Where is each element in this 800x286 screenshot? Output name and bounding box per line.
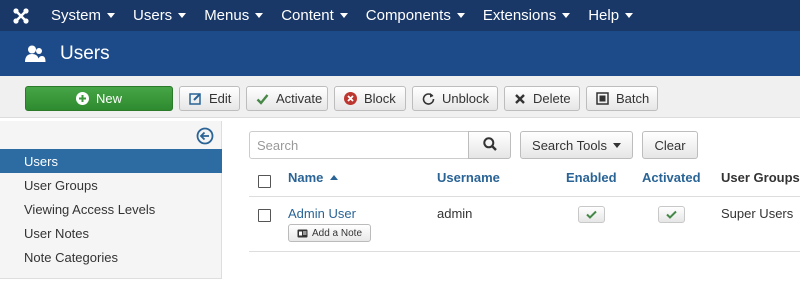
check-icon	[666, 207, 677, 222]
note-icon	[297, 229, 308, 238]
new-button[interactable]: New	[25, 86, 173, 111]
caret-down-icon	[107, 13, 116, 18]
menu-system[interactable]: System	[42, 0, 124, 31]
menu-extensions[interactable]: Extensions	[474, 0, 579, 31]
sidebar-item-user-notes[interactable]: User Notes	[0, 221, 222, 245]
menu-menus[interactable]: Menus	[195, 0, 272, 31]
unblock-button[interactable]: Unblock	[412, 86, 498, 111]
row-divider	[249, 196, 800, 197]
user-groups: Super Users	[721, 206, 794, 221]
menu-components[interactable]: Components	[357, 0, 474, 31]
caret-down-icon	[562, 13, 571, 18]
search-input[interactable]	[249, 131, 469, 159]
sidebar-item-note-categories[interactable]: Note Categories	[0, 245, 222, 269]
toolbar: New Edit Activate Block Unblock Delete B…	[0, 76, 800, 118]
activated-toggle[interactable]	[658, 206, 685, 223]
sort-asc-icon	[330, 175, 339, 180]
delete-x-icon	[514, 93, 526, 105]
column-activated-sort[interactable]: Activated	[642, 170, 701, 185]
delete-button[interactable]: Delete	[504, 86, 580, 111]
menu-content[interactable]: Content	[272, 0, 357, 31]
caret-down-icon	[612, 142, 621, 148]
edit-icon	[189, 92, 202, 105]
caret-down-icon	[456, 13, 465, 18]
search-icon	[482, 136, 497, 154]
collapse-sidebar-icon[interactable]	[196, 127, 214, 145]
plus-circle-icon	[75, 92, 89, 105]
row-checkbox[interactable]	[258, 209, 271, 222]
add-note-button[interactable]: Add a Note	[288, 224, 371, 242]
caret-down-icon	[255, 13, 264, 18]
activate-button[interactable]: Activate	[246, 86, 328, 111]
menu-help[interactable]: Help	[579, 0, 642, 31]
block-icon	[344, 92, 357, 105]
clear-button[interactable]: Clear	[642, 131, 698, 159]
batch-icon	[596, 92, 609, 105]
column-username-sort[interactable]: Username	[437, 170, 500, 185]
joomla-logo-icon[interactable]	[0, 0, 42, 31]
caret-down-icon	[178, 13, 187, 18]
user-username: admin	[437, 206, 473, 221]
check-icon	[586, 207, 597, 222]
refresh-icon	[422, 92, 435, 105]
column-enabled-sort[interactable]: Enabled	[566, 170, 617, 185]
sidebar-item-viewing-access-levels[interactable]: Viewing Access Levels	[0, 197, 222, 221]
caret-down-icon	[339, 13, 348, 18]
users-icon	[24, 42, 48, 66]
sidebar: Users User Groups Viewing Access Levels …	[0, 121, 222, 279]
sidebar-item-user-groups[interactable]: User Groups	[0, 173, 222, 197]
search-button[interactable]	[468, 131, 511, 159]
enabled-toggle[interactable]	[578, 206, 605, 223]
page-header: Users	[0, 31, 800, 76]
user-name-link[interactable]: Admin User	[288, 206, 356, 221]
check-icon	[256, 93, 269, 105]
menu-users[interactable]: Users	[124, 0, 195, 31]
sidebar-item-users[interactable]: Users	[0, 149, 222, 173]
block-button[interactable]: Block	[334, 86, 406, 111]
column-user-groups: User Groups	[721, 170, 800, 185]
batch-button[interactable]: Batch	[586, 86, 658, 111]
page-title: Users	[60, 42, 110, 64]
caret-down-icon	[625, 13, 634, 18]
column-name-sort[interactable]: Name	[288, 170, 339, 185]
search-tools-button[interactable]: Search Tools	[520, 131, 633, 159]
row-divider	[249, 251, 800, 252]
edit-button[interactable]: Edit	[179, 86, 240, 111]
top-menu-bar: System Users Menus Content Components Ex…	[0, 0, 800, 31]
select-all-checkbox[interactable]	[258, 175, 271, 188]
